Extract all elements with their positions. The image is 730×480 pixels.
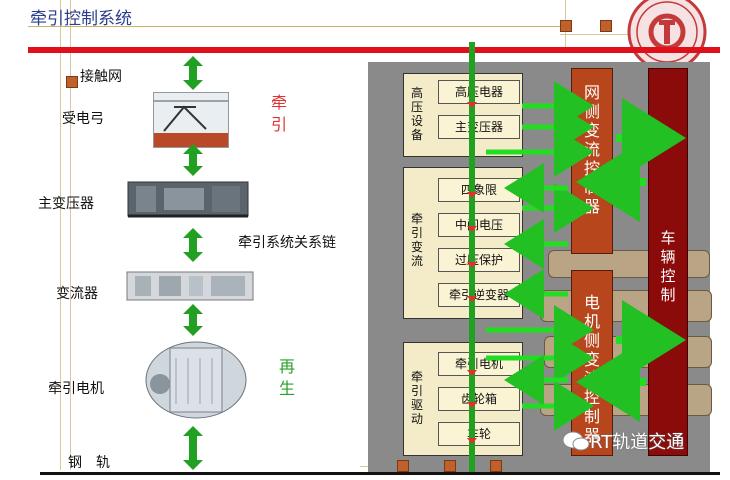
decor-square xyxy=(444,460,456,472)
label-catenary: 接触网 xyxy=(80,69,122,85)
traction-label: 牵引 xyxy=(270,93,287,134)
watermark-text: RT轨道交通 xyxy=(590,432,685,453)
decor-square xyxy=(397,460,409,472)
chain-arrows xyxy=(183,56,203,470)
regen-label: 再生 xyxy=(278,357,295,398)
wechat-icon xyxy=(562,431,590,451)
label-main-transformer: 主变压器 xyxy=(38,196,94,212)
decor-square xyxy=(66,76,78,88)
grid-line xyxy=(70,0,71,470)
label-rail: 钢 轨 xyxy=(68,455,110,471)
decor-square xyxy=(490,460,502,472)
decor-square xyxy=(600,20,612,32)
grid-line xyxy=(60,0,61,470)
decor-square xyxy=(560,20,572,32)
title-underline xyxy=(28,26,568,27)
label-converter: 变流器 xyxy=(56,286,98,302)
label-pantograph: 受电弓 xyxy=(62,111,104,127)
label-traction-motor: 牵引电机 xyxy=(48,381,104,397)
chain-label: 牵引系统关系链 xyxy=(238,235,336,251)
panel-arrows xyxy=(467,42,686,472)
